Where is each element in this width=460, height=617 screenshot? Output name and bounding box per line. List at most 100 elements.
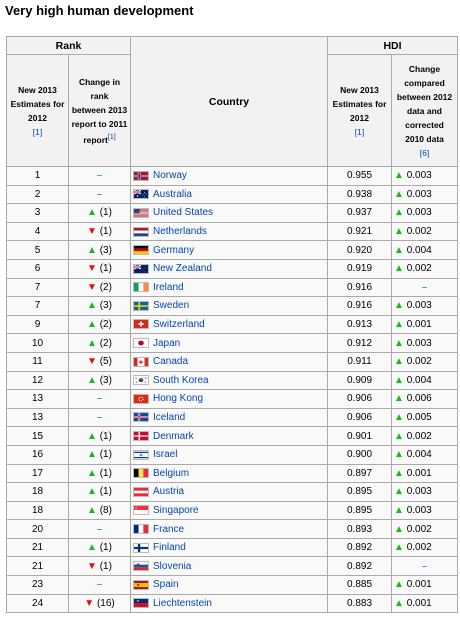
hdi-change-cell: –: [391, 277, 458, 298]
country-link[interactable]: Hong Kong: [153, 393, 203, 404]
rank-cell: 9: [6, 314, 69, 335]
country-link[interactable]: Australia: [153, 189, 192, 200]
reference-link[interactable]: [1]: [108, 134, 116, 141]
rank-cell: 24: [6, 593, 69, 614]
country-link[interactable]: New Zealand: [153, 263, 212, 274]
iceland-flag-icon: [133, 412, 149, 423]
country-cell: United States: [130, 203, 328, 223]
table-row: 5 ▲ (3) Germany 0.920 ▲ 0.004: [6, 240, 458, 260]
country-link[interactable]: Netherlands: [153, 226, 207, 237]
arrow-up-icon: ▲: [394, 597, 404, 609]
southkorea-flag-icon: [133, 375, 149, 386]
rank-cell: 18: [6, 482, 69, 502]
australia-flag-icon: [133, 189, 149, 200]
country-link[interactable]: Canada: [153, 356, 188, 367]
reference-link[interactable]: [1]: [355, 127, 364, 137]
country-link[interactable]: Belgium: [153, 468, 189, 479]
country-cell: France: [130, 519, 328, 539]
country-link[interactable]: Denmark: [153, 431, 194, 442]
hdi-change-cell: ▲ 0.006: [391, 389, 458, 409]
rank-change-cell: ▲ (2): [68, 333, 131, 353]
hdi-change-value: 0.003: [406, 300, 432, 312]
hdi-change-cell: ▲ 0.004: [391, 240, 458, 260]
table-row: 1 – Norway 0.955 ▲ 0.003: [6, 166, 458, 186]
japan-flag-icon: [133, 338, 149, 349]
no-change-icon: –: [421, 281, 428, 293]
hdi-change-value: 0.003: [406, 486, 432, 498]
rank-new-estimates-header: New 2013 Estimates for 2012 [1]: [6, 54, 69, 167]
arrow-up-icon: ▲: [87, 449, 97, 461]
country-link[interactable]: Germany: [153, 245, 194, 256]
country-link[interactable]: Iceland: [153, 412, 185, 423]
country-link[interactable]: Liechtenstein: [153, 598, 212, 609]
rank-change-value: (1): [99, 467, 112, 479]
country-cell: Slovenia: [130, 556, 328, 577]
norway-flag-icon: [133, 170, 149, 181]
france-flag-icon: [133, 524, 149, 534]
rank-change-value: (1): [99, 430, 112, 442]
arrow-up-icon: ▲: [394, 393, 404, 405]
country-cell: Ireland: [130, 277, 328, 298]
country-link[interactable]: Norway: [153, 170, 187, 181]
country-link[interactable]: Spain: [153, 579, 179, 590]
rank-change-value: (2): [99, 319, 112, 331]
table-row: 10 ▲ (2) Japan 0.912 ▲ 0.003: [6, 333, 458, 353]
arrow-up-icon: ▲: [87, 337, 97, 349]
country-link[interactable]: France: [153, 524, 184, 535]
reference-link[interactable]: [6]: [420, 148, 429, 158]
country-link[interactable]: Israel: [153, 449, 177, 460]
rank-change-cell: ▲ (3): [68, 370, 131, 391]
arrow-up-icon: ▲: [394, 319, 404, 331]
reference-link[interactable]: [1]: [33, 127, 42, 137]
country-link[interactable]: United States: [153, 207, 213, 218]
arrow-down-icon: ▼: [84, 597, 95, 609]
table-row: 21 ▼ (1) Slovenia 0.892–: [6, 556, 458, 577]
table-row: 13 – Hong Kong 0.906 ▲ 0.006: [6, 389, 458, 409]
hdi-change-value: 0.003: [406, 207, 432, 219]
rank-change-cell: –: [68, 407, 131, 428]
rank-change-value: (3): [99, 374, 112, 386]
hdi-value-cell: 0.920: [327, 240, 392, 260]
arrow-up-icon: ▲: [394, 226, 404, 238]
hdi-value-cell: 0.911: [327, 351, 392, 372]
rank-change-cell: ▲ (1): [68, 463, 131, 484]
country-cell: Hong Kong: [130, 389, 328, 409]
hdi-change-cell: ▲ 0.005: [391, 407, 458, 428]
arrow-up-icon: ▲: [394, 467, 404, 479]
country-link[interactable]: Slovenia: [153, 561, 191, 572]
country-link[interactable]: Ireland: [153, 282, 184, 293]
rank-group-header: Rank: [6, 36, 131, 55]
hdi-change-cell: ▲ 0.003: [391, 184, 458, 205]
rank-cell: 18: [6, 500, 69, 521]
hdi-change-header: Change compared between 2012 data and co…: [391, 54, 458, 167]
hdi-value-cell: 0.901: [327, 426, 392, 446]
rank-change-value: (1): [99, 560, 112, 572]
hdi-change-value: 0.001: [406, 579, 432, 591]
slovenia-flag-icon: [133, 561, 149, 572]
country-link[interactable]: South Korea: [153, 375, 209, 386]
rank-change-value: (5): [99, 356, 112, 368]
country-link[interactable]: Switzerland: [153, 319, 205, 330]
hdi-value-cell: 0.883: [327, 593, 392, 614]
country-link[interactable]: Japan: [153, 338, 180, 349]
hdi-change-value: 0.002: [406, 430, 432, 442]
country-link[interactable]: Singapore: [153, 505, 199, 516]
usa-flag-icon: [133, 207, 149, 218]
table-row: 23 – Spain 0.885 ▲ 0.001: [6, 575, 458, 595]
table-row: 15 ▲ (1) Denmark 0.901 ▲ 0.002: [6, 426, 458, 446]
table-row: 11 ▼ (5) Canada 0.911 ▲ 0.002: [6, 351, 458, 372]
rank-change-cell: ▼ (5): [68, 351, 131, 372]
country-cell: Canada: [130, 351, 328, 372]
hdi-change-value: 0.002: [406, 226, 432, 238]
hdi-change-cell: ▲ 0.002: [391, 221, 458, 242]
page: Very high human development Rank Country…: [0, 0, 460, 617]
country-cell: Singapore: [130, 500, 328, 521]
country-link[interactable]: Sweden: [153, 300, 189, 311]
rank-cell: 13: [6, 389, 69, 409]
country-link[interactable]: Finland: [153, 542, 186, 553]
country-link[interactable]: Austria: [153, 486, 184, 497]
hdi-value-cell: 0.937: [327, 203, 392, 223]
hdi-value-cell: 0.895: [327, 500, 392, 521]
no-change-icon: –: [96, 170, 103, 182]
arrow-up-icon: ▲: [87, 207, 97, 219]
